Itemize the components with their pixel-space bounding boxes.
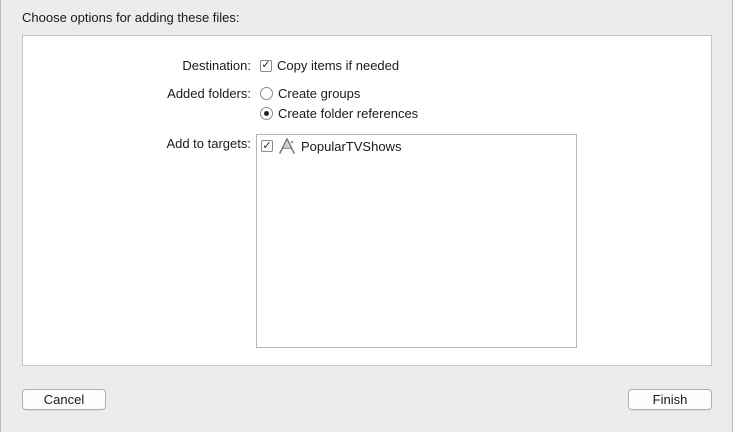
added-folders-label: Added folders: bbox=[167, 86, 251, 101]
target-checkbox[interactable]: ✓ bbox=[261, 140, 273, 152]
checkmark-icon: ✓ bbox=[262, 139, 272, 152]
create-folder-references-radio[interactable] bbox=[260, 107, 273, 120]
target-name: PopularTVShows bbox=[301, 138, 402, 154]
add-files-dialog: Choose options for adding these files: D… bbox=[0, 0, 733, 432]
targets-list: ✓ PopularTVShows bbox=[256, 134, 577, 348]
create-groups-radio-row[interactable]: Create groups bbox=[260, 86, 360, 101]
radio-selected-dot bbox=[264, 111, 269, 116]
add-to-targets-label: Add to targets: bbox=[166, 136, 251, 151]
app-target-icon bbox=[279, 138, 295, 154]
copy-items-checkbox-row[interactable]: ✓ Copy items if needed bbox=[260, 58, 399, 73]
create-groups-radio[interactable] bbox=[260, 87, 273, 100]
create-folder-references-radio-row[interactable]: Create folder references bbox=[260, 106, 418, 121]
checkmark-icon: ✓ bbox=[261, 59, 271, 71]
target-row[interactable]: ✓ PopularTVShows bbox=[261, 138, 401, 154]
destination-label: Destination: bbox=[182, 58, 251, 73]
create-folder-references-label: Create folder references bbox=[278, 106, 419, 121]
finish-button[interactable]: Finish bbox=[628, 389, 712, 410]
create-groups-label: Create groups bbox=[278, 86, 361, 101]
dialog-prompt: Choose options for adding these files: bbox=[22, 10, 240, 25]
copy-items-label: Copy items if needed bbox=[277, 58, 400, 73]
copy-items-checkbox[interactable]: ✓ bbox=[260, 59, 272, 72]
cancel-button[interactable]: Cancel bbox=[22, 389, 106, 410]
